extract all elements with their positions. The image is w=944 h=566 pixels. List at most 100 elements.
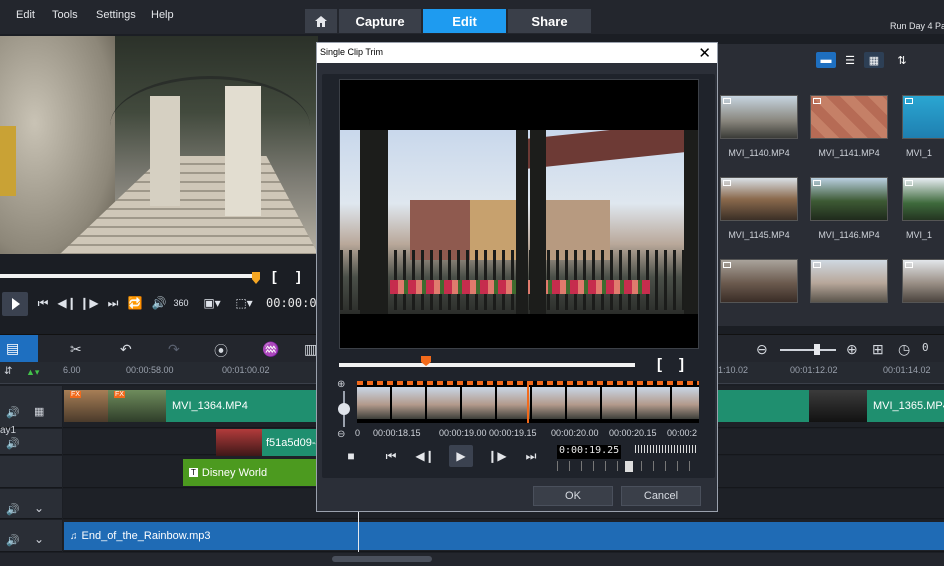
track-header-overlay[interactable]: ay1 🔊	[0, 425, 62, 455]
track-volume-icon[interactable]: 🔊	[6, 534, 20, 547]
track-manager-icon[interactable]: ⇵	[4, 366, 12, 377]
zoom-in-icon[interactable]: ⊕	[337, 379, 345, 390]
scrubber-handle[interactable]	[252, 272, 260, 284]
jog-knob[interactable]	[625, 461, 633, 472]
library-thumbnail[interactable]	[810, 177, 888, 221]
play-button[interactable]: ▶	[449, 445, 473, 467]
record-capture-icon[interactable]: ⦿	[214, 341, 228, 361]
menu-tools[interactable]: Tools	[52, 9, 78, 21]
timeline-playhead[interactable]	[358, 512, 359, 552]
go-to-end-button[interactable]: ⏭	[102, 290, 124, 316]
title-clip-label: Disney World	[201, 466, 268, 479]
aspect-ratio-button[interactable]: ▣▾	[198, 290, 226, 316]
ruler-tick: 00:01:14.02	[883, 365, 931, 375]
menu-help[interactable]: Help	[151, 9, 174, 21]
previous-frame-button[interactable]: ◀❙	[413, 445, 437, 467]
zoom-slider-handle[interactable]	[338, 403, 350, 415]
redo-icon[interactable]: ↷	[168, 341, 180, 358]
add-track-icon[interactable]: ▲▾	[26, 367, 39, 378]
volume-button[interactable]: 🔊	[148, 290, 170, 316]
track-volume-icon[interactable]: 🔊	[6, 406, 20, 419]
audio-clip[interactable]: ♫ End_of_the_Rainbow.mp3	[64, 522, 944, 550]
close-button[interactable]: ✕	[698, 44, 711, 62]
mark-out-button[interactable]: ]	[296, 268, 301, 284]
video-clip-label: MVI_1364.MP4	[172, 400, 248, 412]
360-button[interactable]: 360	[170, 290, 192, 316]
track-volume-icon[interactable]: 🔊	[6, 503, 20, 516]
track-header-title[interactable]	[0, 456, 62, 488]
undo-icon[interactable]: ↶	[120, 341, 132, 358]
tab-share[interactable]: Share	[508, 9, 591, 33]
preview-options-button[interactable]: ⬚▾	[230, 290, 258, 316]
view-grid-button[interactable]: ▦	[864, 52, 884, 68]
track-header-video[interactable]: 🔊 ▦	[0, 386, 62, 428]
tools-icon[interactable]: ✂	[70, 341, 82, 358]
menu-settings[interactable]: Settings	[96, 9, 136, 21]
zoom-slider-handle[interactable]	[814, 344, 820, 355]
library-thumbnail[interactable]	[810, 95, 888, 139]
trim-timecode[interactable]: 0:00:19.25	[557, 445, 621, 459]
track-header-music[interactable]: 🔊 ⌄	[0, 520, 62, 552]
home-button[interactable]	[305, 9, 337, 33]
preview-scrubber[interactable]	[0, 274, 258, 278]
view-thumbnails-button[interactable]: ▬	[816, 52, 836, 68]
library-thumbnail[interactable]	[810, 259, 888, 303]
play-button[interactable]	[2, 292, 28, 316]
library-thumbnail[interactable]	[902, 177, 944, 221]
clock-icon[interactable]: ◷	[898, 341, 910, 358]
sort-icon: ⇅	[897, 54, 907, 67]
library-thumbnail[interactable]	[720, 177, 798, 221]
zoom-in-icon[interactable]: ⊕	[846, 341, 858, 358]
zoom-out-icon[interactable]: ⊖	[756, 341, 768, 358]
track-header-voice[interactable]: 🔊 ⌄	[0, 489, 62, 519]
zoom-slider[interactable]	[780, 349, 836, 351]
mark-in-button[interactable]: [	[657, 356, 662, 373]
mark-in-button[interactable]: [	[272, 268, 277, 284]
go-to-start-button[interactable]: ⏮	[32, 290, 54, 316]
next-frame-button[interactable]: ❙▶	[485, 445, 509, 467]
filmstrip-cursor[interactable]	[527, 381, 529, 423]
library-thumbnail[interactable]	[720, 95, 798, 139]
timeline-timecode[interactable]: 0	[922, 341, 929, 354]
next-frame-button[interactable]: ❙▶	[78, 290, 100, 316]
menu-edit[interactable]: Edit	[16, 9, 35, 21]
scene-post	[530, 130, 546, 314]
chevron-down-icon[interactable]: ⌄	[34, 532, 44, 546]
ok-button[interactable]: OK	[533, 486, 613, 506]
shuttle-control[interactable]	[635, 445, 697, 453]
go-to-start-button[interactable]: ⏮	[379, 445, 403, 467]
scrollbar-thumb[interactable]	[332, 556, 432, 562]
tab-edit[interactable]: Edit	[423, 9, 506, 33]
library-thumbnail[interactable]	[902, 95, 944, 139]
chevron-down-icon[interactable]: ⌄	[34, 501, 44, 515]
grid-view-icon: ▦	[868, 54, 880, 67]
zoom-out-icon[interactable]: ⊖	[337, 429, 345, 440]
mark-out-button[interactable]: ]	[679, 356, 684, 373]
library-thumbnail[interactable]	[902, 259, 944, 303]
timeline-scrollbar[interactable]	[0, 553, 944, 566]
stop-button[interactable]: ■	[339, 445, 363, 467]
overlay-clip[interactable]: f51a5d09-4	[216, 429, 318, 457]
title-clip[interactable]: T Disney World	[183, 459, 318, 486]
sort-button[interactable]: ⇅	[892, 52, 912, 68]
trim-filmstrip[interactable]	[357, 381, 699, 423]
repeat-button[interactable]: 🔁	[124, 290, 146, 316]
trim-preview-window[interactable]	[339, 79, 699, 349]
preview-window[interactable]	[0, 36, 318, 254]
audio-mixer-icon[interactable]: ♒	[262, 341, 279, 358]
dialog-title-bar[interactable]: Single Clip Trim ✕	[317, 43, 717, 63]
library-thumbnail[interactable]	[720, 259, 798, 303]
track-volume-icon[interactable]: 🔊	[6, 437, 20, 450]
timeline-view-button[interactable]: ▤	[0, 335, 38, 362]
video-clip[interactable]: MVI_1365.MP4	[809, 390, 944, 422]
track-grid-icon[interactable]: ▦	[34, 405, 44, 418]
previous-frame-button[interactable]: ◀❙	[56, 290, 78, 316]
step-forward-icon: ❙▶	[487, 449, 507, 463]
tab-capture[interactable]: Capture	[339, 9, 421, 33]
preview-railing	[110, 76, 310, 176]
trim-scrubber[interactable]	[339, 363, 635, 367]
cancel-button[interactable]: Cancel	[621, 486, 701, 506]
view-list-button[interactable]: ☰	[840, 52, 860, 68]
fit-project-icon[interactable]: ⊞	[872, 341, 884, 358]
go-to-end-button[interactable]: ⏭	[519, 445, 543, 467]
